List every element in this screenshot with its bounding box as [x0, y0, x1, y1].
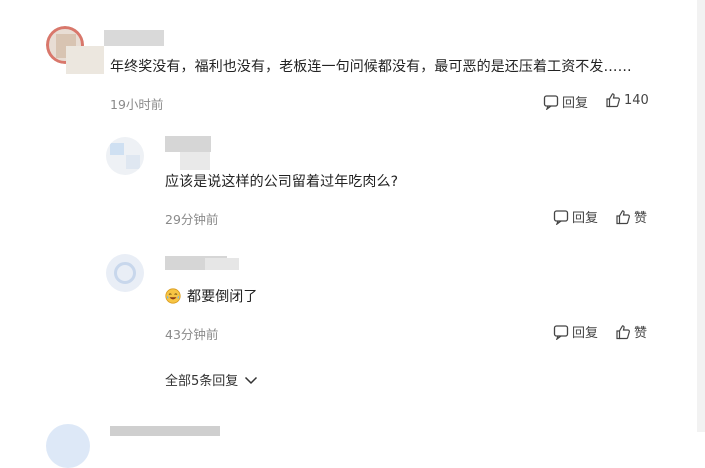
avatar[interactable]: [46, 424, 90, 468]
thumbs-up-icon: [616, 209, 630, 224]
like-button[interactable]: 赞: [615, 207, 647, 226]
thumbs-up-icon: [616, 324, 630, 339]
reply-label: 回复: [562, 96, 589, 111]
thumbs-up-icon: [606, 93, 620, 108]
reply-label: 回复: [572, 211, 599, 226]
avatar[interactable]: [106, 137, 144, 175]
username-blurred: [110, 426, 220, 436]
username-blurred: [104, 30, 164, 46]
reply-label: 回复: [572, 326, 599, 341]
expand-replies-button[interactable]: 全部5条回复: [165, 370, 258, 389]
scrollbar-track[interactable]: [697, 0, 705, 432]
mosaic-block: [180, 152, 210, 170]
reply-text-label: 都要倒闭了: [187, 289, 258, 305]
username-blurred: [165, 136, 211, 152]
like-button[interactable]: 140: [605, 92, 649, 108]
mosaic-block: [205, 258, 239, 270]
like-label: 赞: [634, 211, 648, 226]
expand-replies-label: 全部5条回复: [165, 374, 239, 389]
reply-timestamp: 43分钟前: [165, 327, 219, 342]
like-count: 140: [624, 92, 649, 108]
reply-timestamp: 29分钟前: [165, 212, 219, 227]
speech-bubble-icon: [553, 209, 569, 225]
speech-bubble-icon: [553, 324, 569, 340]
comment-timestamp: 19小时前: [110, 97, 164, 112]
reply-button[interactable]: 回复: [543, 92, 588, 111]
like-label: 赞: [634, 326, 648, 341]
chevron-down-icon: [245, 376, 258, 384]
reply-button[interactable]: 回复: [553, 207, 598, 226]
mosaic-block: [66, 46, 104, 74]
avatar[interactable]: [106, 254, 144, 292]
comment-text: 年终奖没有，福利也没有，老板连一句问候都没有，最可恶的是还压着工资不发……: [110, 59, 632, 75]
reply-text: 都要倒闭了: [165, 286, 258, 306]
reply-text: 应该是说这样的公司留着过年吃肉么?: [165, 174, 399, 190]
speech-bubble-icon: [543, 94, 559, 110]
like-button[interactable]: 赞: [615, 322, 647, 341]
reply-button[interactable]: 回复: [553, 322, 598, 341]
crying-laughing-emoji-icon: [165, 288, 181, 304]
